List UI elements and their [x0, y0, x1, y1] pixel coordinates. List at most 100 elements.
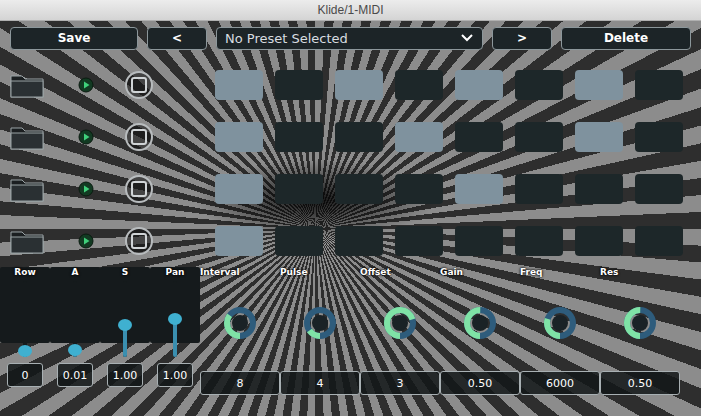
step-pad[interactable] [515, 70, 563, 100]
knob[interactable] [540, 303, 580, 343]
value-box[interactable]: 8 [200, 371, 280, 395]
track-checkbox[interactable] [125, 123, 153, 151]
step-pad[interactable] [515, 226, 563, 256]
step-pad[interactable] [335, 70, 383, 100]
step-pad[interactable] [635, 70, 683, 100]
play-icon[interactable] [78, 233, 94, 249]
knob[interactable] [300, 303, 340, 343]
slider-thumb[interactable] [168, 313, 182, 325]
value-box[interactable]: 4 [280, 371, 360, 395]
step-pad[interactable] [215, 70, 263, 100]
app-window: Klide/1-MIDI Save < No Preset Selected > Dele… [0, 0, 701, 416]
control-column: Pulse 4 [280, 267, 360, 395]
control-widget [280, 281, 360, 365]
vertical-slider[interactable] [73, 281, 77, 357]
value-box[interactable]: 0.01 [57, 363, 93, 387]
step-grid [215, 174, 683, 204]
checkbox-box [131, 129, 147, 145]
step-pad[interactable] [515, 174, 563, 204]
value-box[interactable]: 3 [360, 371, 440, 395]
folder-icon[interactable] [10, 124, 44, 150]
window-title: Klide/1-MIDI [317, 3, 383, 17]
track-checkbox[interactable] [125, 227, 153, 255]
step-pad[interactable] [635, 174, 683, 204]
knob[interactable] [460, 303, 500, 343]
control-column: Offset3 [360, 267, 440, 395]
step-pad[interactable] [575, 226, 623, 256]
checkbox-box [131, 181, 147, 197]
knob[interactable] [620, 303, 660, 343]
step-pad[interactable] [395, 174, 443, 204]
step-pad[interactable] [575, 174, 623, 204]
track-controls [0, 71, 215, 99]
value-box[interactable]: 0.50 [440, 371, 520, 395]
control-widget [360, 281, 440, 365]
step-pad[interactable] [335, 174, 383, 204]
step-pad[interactable] [275, 174, 323, 204]
delete-button[interactable]: Delete [561, 27, 691, 50]
vertical-slider[interactable] [23, 281, 27, 357]
step-pad[interactable] [335, 226, 383, 256]
play-icon[interactable] [78, 181, 94, 197]
slider-thumb[interactable] [18, 345, 32, 357]
step-grid [215, 122, 683, 152]
step-pad[interactable] [275, 122, 323, 152]
control-widget [520, 281, 600, 365]
folder-icon[interactable] [10, 228, 44, 254]
control-widget [173, 281, 177, 357]
control-widget [123, 281, 127, 357]
step-pad[interactable] [275, 70, 323, 100]
control-widget [200, 281, 280, 365]
step-pad[interactable] [215, 226, 263, 256]
step-pad[interactable] [515, 122, 563, 152]
step-pad[interactable] [575, 122, 623, 152]
control-column: Interval8 [200, 267, 280, 395]
step-pad[interactable] [455, 70, 503, 100]
slider-thumb[interactable] [68, 344, 82, 356]
next-button[interactable]: > [492, 27, 552, 50]
knob[interactable] [380, 303, 420, 343]
step-pad[interactable] [635, 122, 683, 152]
step-pad[interactable] [455, 174, 503, 204]
control-label: S [122, 267, 128, 281]
checkbox-box [131, 77, 147, 93]
folder-icon[interactable] [10, 72, 44, 98]
track-row [0, 122, 701, 152]
step-pad[interactable] [455, 122, 503, 152]
knob[interactable] [220, 303, 260, 343]
prev-button[interactable]: < [147, 27, 207, 50]
play-icon[interactable] [78, 129, 94, 145]
step-pad[interactable] [335, 122, 383, 152]
value-box[interactable]: 0.50 [600, 371, 680, 395]
control-label: Row [14, 267, 35, 281]
step-pad[interactable] [275, 226, 323, 256]
control-label: Gain [440, 267, 520, 281]
step-pad[interactable] [215, 122, 263, 152]
track-checkbox[interactable] [125, 175, 153, 203]
folder-icon[interactable] [10, 176, 44, 202]
value-box[interactable]: 1.00 [157, 363, 193, 387]
save-button[interactable]: Save [10, 27, 138, 50]
step-pad[interactable] [455, 226, 503, 256]
control-widget [73, 281, 77, 357]
preset-dropdown[interactable]: No Preset Selected [216, 27, 483, 50]
value-box[interactable]: 6000 [520, 371, 600, 395]
control-column: Res0.50 [600, 267, 680, 395]
track-checkbox[interactable] [125, 71, 153, 99]
control-label: Pulse [280, 267, 360, 281]
vertical-slider[interactable] [173, 281, 177, 357]
step-pad[interactable] [395, 70, 443, 100]
control-label: Pan [166, 267, 185, 281]
step-pad[interactable] [215, 174, 263, 204]
step-pad[interactable] [395, 122, 443, 152]
play-icon[interactable] [78, 77, 94, 93]
value-box[interactable]: 1.00 [107, 363, 143, 387]
slider-thumb[interactable] [118, 319, 132, 331]
control-column: Pan1.00 [150, 267, 200, 343]
step-pad[interactable] [635, 226, 683, 256]
step-pad[interactable] [575, 70, 623, 100]
track-controls [0, 175, 215, 203]
step-pad[interactable] [395, 226, 443, 256]
value-box[interactable]: 0 [7, 363, 43, 387]
vertical-slider[interactable] [123, 281, 127, 357]
